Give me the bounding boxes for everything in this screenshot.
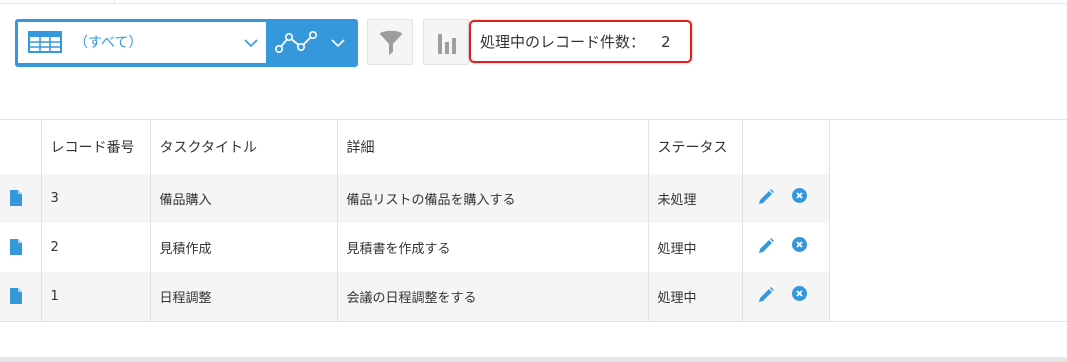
chevron-down-icon <box>244 39 258 48</box>
record-count-label: 処理中のレコード件数： <box>480 33 646 51</box>
cell-task-title: 見積作成 <box>149 223 338 272</box>
delete-icon[interactable] <box>791 188 807 203</box>
cell-record-number: 1 <box>40 272 151 321</box>
delete-icon[interactable] <box>791 237 807 252</box>
view-select-dropdown[interactable]: （すべて） <box>18 22 266 63</box>
header-status[interactable]: ステータス <box>647 119 743 174</box>
pencil-icon[interactable] <box>758 188 774 205</box>
cell-detail: 見積書を作成する <box>336 223 649 272</box>
line-graph-icon <box>275 31 317 53</box>
cell-status: 処理中 <box>647 272 743 321</box>
document-icon <box>10 238 22 255</box>
table-header-row: レコード番号 タスクタイトル 詳細 ステータス <box>0 119 830 174</box>
graph-button[interactable] <box>423 19 469 65</box>
record-detail-link[interactable] <box>0 272 42 321</box>
cell-task-title: 備品購入 <box>149 174 338 223</box>
table-row: 2 見積作成 見積書を作成する 処理中 <box>0 223 830 272</box>
table-row: 1 日程調整 会議の日程調整をする 処理中 <box>0 272 830 321</box>
cell-detail: 会議の日程調整をする <box>336 272 649 321</box>
filter-button[interactable] <box>367 19 413 65</box>
header-task-title[interactable]: タスクタイトル <box>149 119 338 174</box>
cell-actions <box>741 174 830 223</box>
bar-chart-icon <box>438 34 456 54</box>
cell-record-number: 2 <box>40 223 151 272</box>
delete-icon[interactable] <box>791 286 807 301</box>
graph-menu-button[interactable] <box>270 22 356 63</box>
header-detail-link <box>0 119 42 174</box>
pencil-icon[interactable] <box>758 237 774 254</box>
header-actions <box>741 119 830 174</box>
table-row: 3 備品購入 備品リストの備品を購入する 未処理 <box>0 174 830 223</box>
bottom-scroll-band <box>0 357 1067 362</box>
pencil-icon[interactable] <box>758 286 774 303</box>
cell-status: 処理中 <box>647 223 743 272</box>
header-record-number[interactable]: レコード番号 <box>40 119 151 174</box>
records-table: レコード番号 タスクタイトル 詳細 ステータス 3 備品購入 備品リストの備品を… <box>0 119 830 321</box>
record-detail-link[interactable] <box>0 174 42 223</box>
document-icon <box>10 189 22 206</box>
table-bottom-divider <box>0 321 1067 322</box>
kintone-record-list: （すべて） 処理中のレコード件数： 2 レコード番号 タスクタイトル 詳細 ステ… <box>0 0 1067 362</box>
cell-actions <box>741 272 830 321</box>
top-divider-tick <box>114 0 115 3</box>
view-select-value: （すべて） <box>74 35 143 51</box>
cell-record-number: 3 <box>40 174 151 223</box>
table-icon <box>28 31 62 53</box>
cell-actions <box>741 223 830 272</box>
record-count-value: 2 <box>661 33 671 51</box>
record-count-box: 処理中のレコード件数： 2 <box>469 20 692 63</box>
chevron-down-icon <box>331 39 345 48</box>
funnel-icon <box>380 30 402 55</box>
document-icon <box>10 287 22 304</box>
top-divider <box>0 0 1067 4</box>
cell-status: 未処理 <box>647 174 743 223</box>
view-selector-bar: （すべて） <box>15 19 358 67</box>
record-detail-link[interactable] <box>0 223 42 272</box>
cell-detail: 備品リストの備品を購入する <box>336 174 649 223</box>
header-detail[interactable]: 詳細 <box>336 119 649 174</box>
cell-task-title: 日程調整 <box>149 272 338 321</box>
